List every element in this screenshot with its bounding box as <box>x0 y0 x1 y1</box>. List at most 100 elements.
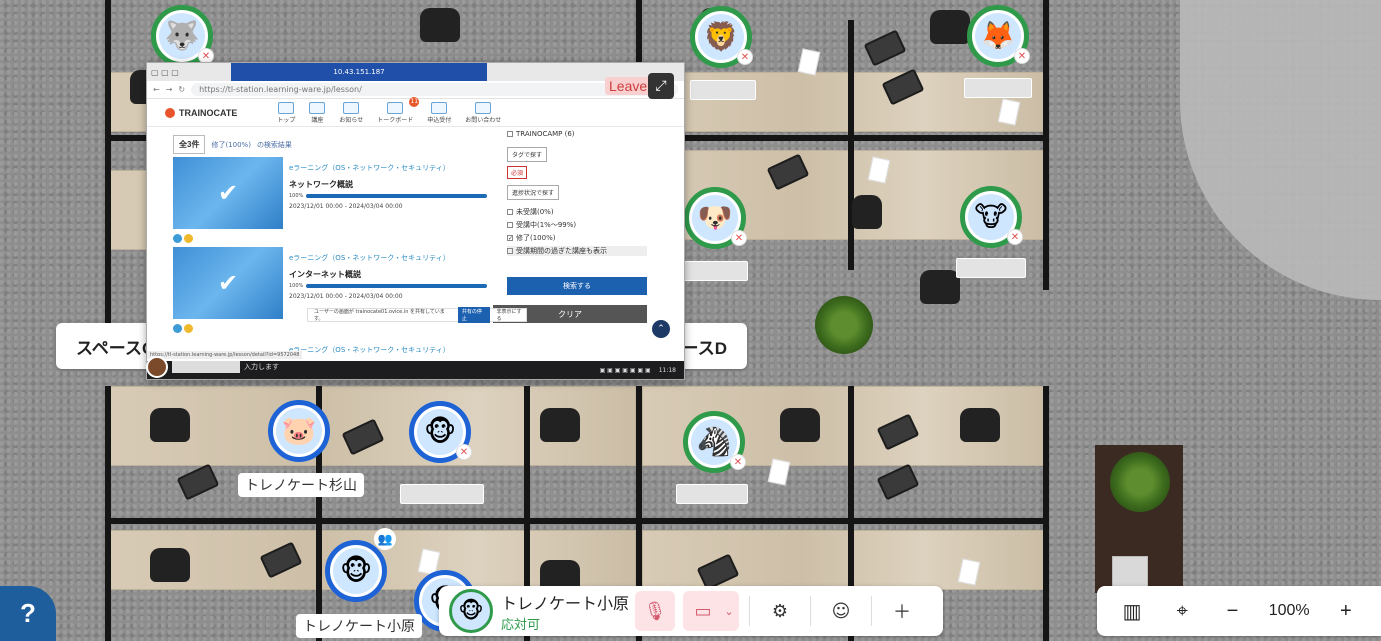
name-label-blurred <box>400 484 484 504</box>
course-chips <box>173 234 193 243</box>
nav-contact: お問い合わせ <box>465 101 502 124</box>
apply-icon <box>431 101 448 114</box>
checkbox-icon <box>507 222 513 228</box>
monkey-icon: 🐵 <box>333 548 379 594</box>
screen-presenter: 入力します <box>146 356 279 378</box>
map-icon[interactable]: ▥ <box>1118 599 1146 624</box>
notification-text: ユーザーの画面が trainocate01.ovice.in を共有しています。 <box>314 309 445 322</box>
smile-icon: ☺ <box>831 600 851 622</box>
checkmark-icon: ✔ <box>173 247 283 319</box>
result-filter: 修了(100%) <box>211 140 251 149</box>
gear-icon: ⚙ <box>771 600 789 622</box>
filter-option: ✓ 修了(100%) <box>507 233 647 243</box>
chip-icon <box>173 234 182 243</box>
nav-label: お問い合わせ <box>465 116 502 124</box>
avatar-fox[interactable]: 🦊 ✕ <box>967 5 1030 67</box>
zoom-level: 100% <box>1268 602 1310 619</box>
course-card: ✔ eラーニング（OS・ネットワーク・セキュリティ） ネットワーク概説 100%… <box>173 157 487 245</box>
name-label-blurred <box>690 80 756 100</box>
divider <box>810 596 811 626</box>
partition <box>105 386 111 641</box>
progress-label: 100% <box>289 283 304 289</box>
avatar-self[interactable]: 🐵 <box>325 540 387 602</box>
avatar-monkey[interactable]: 🐵 ✕ <box>409 401 472 463</box>
course-icon <box>309 101 326 114</box>
board-icon <box>387 101 404 114</box>
presenter-name-blurred <box>172 361 240 373</box>
zoom-in-button[interactable]: + <box>1332 600 1360 623</box>
add-button[interactable]: ＋ <box>882 591 922 631</box>
chair <box>852 195 882 229</box>
checkbox-icon <box>507 131 513 137</box>
search-button: 検索する <box>507 277 647 295</box>
chair <box>930 10 970 44</box>
name-label-blurred <box>964 78 1032 98</box>
checkbox-checked-icon: ✓ <box>507 235 514 242</box>
mic-toggle-button[interactable]: 🎙 <box>635 591 675 631</box>
chair <box>150 548 190 582</box>
mic-off-icon: 🎙 <box>643 600 667 622</box>
name-label-blurred <box>956 258 1026 278</box>
avatar-pig[interactable]: 🐷 <box>268 400 330 462</box>
camera-options-button[interactable]: ⌄ <box>719 591 739 631</box>
filter-option: 未受講(0%) <box>507 207 647 217</box>
help-icon: ? <box>20 598 36 628</box>
avatar-zebra[interactable]: 🦓 ✕ <box>683 411 746 473</box>
self-avatar[interactable]: 🐵 <box>449 589 493 633</box>
avatar-cow[interactable]: 🐮 ✕ <box>960 186 1023 248</box>
chip-icon <box>173 324 182 333</box>
locate-icon[interactable]: ⌖ <box>1168 600 1196 623</box>
reaction-button[interactable]: ☺ <box>821 591 861 631</box>
partition <box>642 518 1049 524</box>
site-logo: TRAINOCATE <box>165 107 238 118</box>
filter-option: 受講中(1%〜99%) <box>507 220 647 230</box>
mic-muted-icon: ✕ <box>737 49 753 65</box>
course-chips <box>173 324 193 333</box>
filter-option-label: 受講期間の過ぎた講座も表示 <box>516 247 607 255</box>
mail-icon <box>343 101 360 114</box>
nav-badge: 11 <box>409 96 420 107</box>
mic-muted-icon: ✕ <box>456 444 472 460</box>
progress-bar <box>306 194 487 198</box>
shared-screen[interactable]: ▢ ▢ ▢ 10.43.151.187 ← → ↻ https://tl-sta… <box>146 62 685 380</box>
plus-icon: ＋ <box>893 602 911 623</box>
leave-share-button[interactable]: Leave <box>605 77 652 95</box>
logo-mark-icon <box>165 107 175 118</box>
scroll-top-icon: ⌃ <box>652 320 670 338</box>
camera-toggle-button[interactable]: ▭ <box>683 591 723 631</box>
avatar-wolf[interactable]: 🐺 ✕ <box>151 5 214 67</box>
settings-button[interactable]: ⚙ <box>760 591 800 631</box>
group-icon: 👥 <box>374 528 396 550</box>
presenter-avatar <box>146 356 168 378</box>
course-progress: 100% <box>289 193 487 199</box>
tab-icon: ▢ ▢ ▢ <box>151 67 179 77</box>
camera-off-icon: ▭ <box>694 600 712 622</box>
taskbar-clock: 11:18 <box>658 366 676 374</box>
checkbox-icon <box>507 248 513 254</box>
avatar-dog[interactable]: 🐶 ✕ <box>684 187 747 249</box>
help-button[interactable]: ? <box>0 586 56 641</box>
chip-icon <box>184 324 193 333</box>
expand-icon[interactable]: ⤢ <box>648 73 674 99</box>
self-status[interactable]: 応対可 <box>501 614 635 633</box>
chevron-down-icon: ⌄ <box>724 604 734 618</box>
map-toolbar: ▥ ⌖ − 100% + <box>1097 586 1381 636</box>
nav-talkboard: 11 トークボード <box>377 96 420 124</box>
progress-label: 100% <box>289 193 304 199</box>
avatar-lion[interactable]: 🦁 ✕ <box>690 6 753 68</box>
tag-heading: タグで探す <box>507 147 548 162</box>
logo-text: TRAINOCATE <box>179 107 238 118</box>
checkbox-icon <box>507 209 513 215</box>
tag-required: 必須 <box>507 166 528 179</box>
home-icon <box>278 101 295 114</box>
partition <box>1043 386 1049 641</box>
course-title: インターネット概説 <box>289 270 361 279</box>
mic-muted-icon: ✕ <box>1014 48 1030 64</box>
mic-muted-icon: ✕ <box>730 454 746 470</box>
chair <box>960 408 1000 442</box>
name-tag-ohara: トレノケート小原 <box>296 614 422 638</box>
partition <box>642 135 1049 141</box>
course-category: eラーニング（OS・ネットワーク・セキュリティ） <box>289 254 450 262</box>
zoom-out-button[interactable]: − <box>1219 600 1247 623</box>
course-date: 2023/12/01 00:00 - 2024/03/04 00:00 <box>289 203 403 210</box>
